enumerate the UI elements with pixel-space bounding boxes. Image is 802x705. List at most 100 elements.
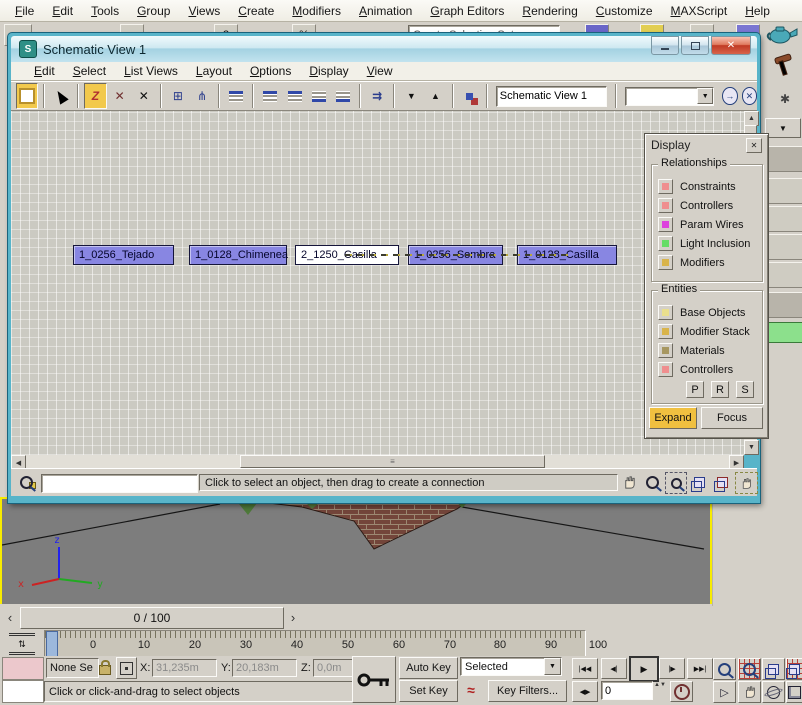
schematic-menu-item[interactable]: List Views	[115, 63, 187, 79]
main-menu-item[interactable]: Modifiers	[283, 2, 350, 20]
set-key-button[interactable]: Set Key	[399, 680, 458, 702]
zoom-extents-button[interactable]	[689, 472, 709, 492]
references-mode-button[interactable]: ⋔	[191, 83, 213, 109]
focus-button[interactable]: Focus	[701, 407, 763, 429]
color-swatch-button[interactable]	[658, 179, 673, 194]
entity-toggle-row[interactable]: Materials	[658, 341, 762, 360]
zoom-extents-selected-button[interactable]	[712, 472, 732, 492]
pan-region-button[interactable]	[735, 472, 758, 494]
relationship-toggle-row[interactable]: Param Wires	[658, 215, 762, 234]
x-coordinate-field[interactable]: 31,235m	[152, 659, 217, 677]
schematic-menu-item[interactable]: Edit	[25, 63, 64, 79]
spinner-down-icon[interactable]: ▼	[660, 682, 666, 688]
next-bookmark-button[interactable]: →	[722, 87, 737, 105]
main-menu-item[interactable]: Edit	[43, 2, 82, 20]
relationship-toggle-row[interactable]: Light Inclusion	[658, 234, 762, 253]
arrange-children-button[interactable]	[259, 83, 281, 109]
relationship-toggle-row[interactable]: Modifiers	[658, 253, 762, 272]
unlink-selected-button[interactable]: ✕	[109, 83, 131, 109]
perspective-viewport[interactable]: z x y	[0, 497, 712, 607]
schematic-menu-item[interactable]: Layout	[187, 63, 241, 79]
panel-button[interactable]	[767, 234, 802, 260]
color-swatch-button[interactable]	[658, 324, 673, 339]
mini-listener-macro-pane[interactable]	[2, 657, 44, 680]
color-swatch-button[interactable]	[658, 255, 673, 270]
hierarchy-mode-button[interactable]: ⊞	[167, 83, 189, 109]
zoom-selected-icon[interactable]	[18, 473, 38, 491]
main-menu-item[interactable]: Group	[128, 2, 179, 20]
schematic-node[interactable]: 1_0128_Chimenea	[189, 245, 287, 265]
bookmark-dropdown-arrow[interactable]: ▼	[697, 88, 713, 104]
main-menu-item[interactable]: Views	[179, 2, 229, 20]
maximize-viewport-toggle[interactable]	[786, 681, 802, 703]
relationship-toggle-row[interactable]: Constraints	[658, 177, 762, 196]
y-coordinate-field[interactable]: 20,183m	[232, 659, 297, 677]
schematic-window-titlebar[interactable]: S Schematic View 1 ✕	[11, 36, 757, 62]
delete-bookmark-button[interactable]: ✕	[742, 87, 757, 105]
combo-dropdown-arrow[interactable]: ▼	[544, 658, 561, 675]
connect-tool-button[interactable]: Z	[84, 83, 106, 109]
main-menu-item[interactable]: MAXScript	[662, 2, 737, 20]
expand-button[interactable]: Expand	[649, 407, 697, 429]
frame-spinner[interactable]: ▲▼	[654, 681, 665, 700]
key-filter-set-combo[interactable]: Selected ▼	[460, 657, 562, 676]
zoom-button[interactable]	[713, 658, 736, 680]
utilities-tab-hammer-icon[interactable]	[769, 52, 797, 78]
entity-toggle-row[interactable]: Controllers	[658, 360, 762, 379]
selection-lock-toggle[interactable]	[97, 658, 112, 676]
main-menu-item[interactable]: Create	[229, 2, 283, 20]
zoom-extents-button[interactable]	[762, 658, 785, 680]
maximize-button[interactable]	[681, 36, 709, 55]
horizontal-scrollbar[interactable]: ◀ ≡ ▶	[11, 455, 744, 468]
arc-rotate-button[interactable]	[762, 681, 785, 703]
main-menu-item[interactable]: Customize	[587, 2, 662, 20]
scroll-down-button[interactable]: ▼	[744, 440, 759, 455]
field-of-view-button[interactable]: ▷	[713, 681, 736, 703]
shrink-selected-button[interactable]: ▼	[400, 83, 422, 109]
color-swatch-button[interactable]	[658, 198, 673, 213]
default-tangent-button[interactable]: ≈	[460, 680, 482, 700]
arrange-selected-button[interactable]	[284, 83, 306, 109]
panel-button[interactable]	[767, 146, 802, 172]
key-mode-toggle-button[interactable]: ◀▶	[572, 681, 598, 702]
go-to-end-button[interactable]: ▶▶|	[687, 658, 713, 679]
schematic-canvas[interactable]: 1_0256_Tejado 1_0128_Chimenea 2_1250_Cas…	[11, 111, 744, 455]
time-back-button[interactable]: ‹	[2, 607, 18, 628]
key-filters-button[interactable]: Key Filters...	[488, 680, 567, 702]
view-name-field[interactable]	[496, 86, 607, 107]
mini-listener-script-pane[interactable]	[2, 680, 44, 703]
time-configuration-button[interactable]	[670, 681, 693, 702]
time-forward-button[interactable]: ›	[284, 607, 302, 628]
color-swatch-button[interactable]	[658, 343, 673, 358]
entity-toggle-row[interactable]: Base Objects	[658, 303, 762, 322]
schematic-menu-item[interactable]: Options	[241, 63, 300, 79]
panel-button[interactable]	[767, 178, 802, 204]
prs-button[interactable]: P	[686, 381, 704, 398]
relationship-toggle-row[interactable]: Controllers	[658, 196, 762, 215]
schematic-menu-item[interactable]: Select	[64, 63, 115, 79]
main-menu-item[interactable]: File	[6, 2, 43, 20]
delete-objects-button[interactable]: ✕	[133, 83, 155, 109]
auto-key-button[interactable]: Auto Key	[399, 657, 458, 679]
move-children-button[interactable]: ⇉	[366, 83, 388, 109]
prs-button[interactable]: S	[736, 381, 754, 398]
panel-button[interactable]	[767, 292, 802, 318]
absolute-offset-toggle[interactable]	[116, 657, 137, 679]
zoom-extents-all-button[interactable]	[786, 658, 802, 680]
zoom-all-button[interactable]	[738, 658, 761, 680]
utilities-gear-icon[interactable]: ✱	[775, 90, 795, 108]
previous-frame-button[interactable]: ◀|	[601, 658, 627, 679]
horizontal-scroll-thumb[interactable]: ≡	[240, 455, 545, 468]
bookmark-combo[interactable]: ▼	[625, 87, 714, 106]
main-menu-item[interactable]: Graph Editors	[421, 2, 513, 20]
play-button[interactable]: ▶	[629, 656, 659, 682]
main-menu-item[interactable]: Rendering	[513, 2, 586, 20]
zoom-region-button[interactable]	[665, 472, 687, 494]
pan-button[interactable]	[619, 472, 639, 492]
free-all-button[interactable]	[308, 83, 330, 109]
close-button[interactable]: ✕	[711, 36, 751, 55]
main-menu-item[interactable]: Help	[736, 2, 779, 20]
scroll-up-button[interactable]: ▲	[744, 111, 759, 126]
add-color-button[interactable]	[767, 322, 802, 343]
unshrink-selected-button[interactable]: ▲	[424, 83, 446, 109]
